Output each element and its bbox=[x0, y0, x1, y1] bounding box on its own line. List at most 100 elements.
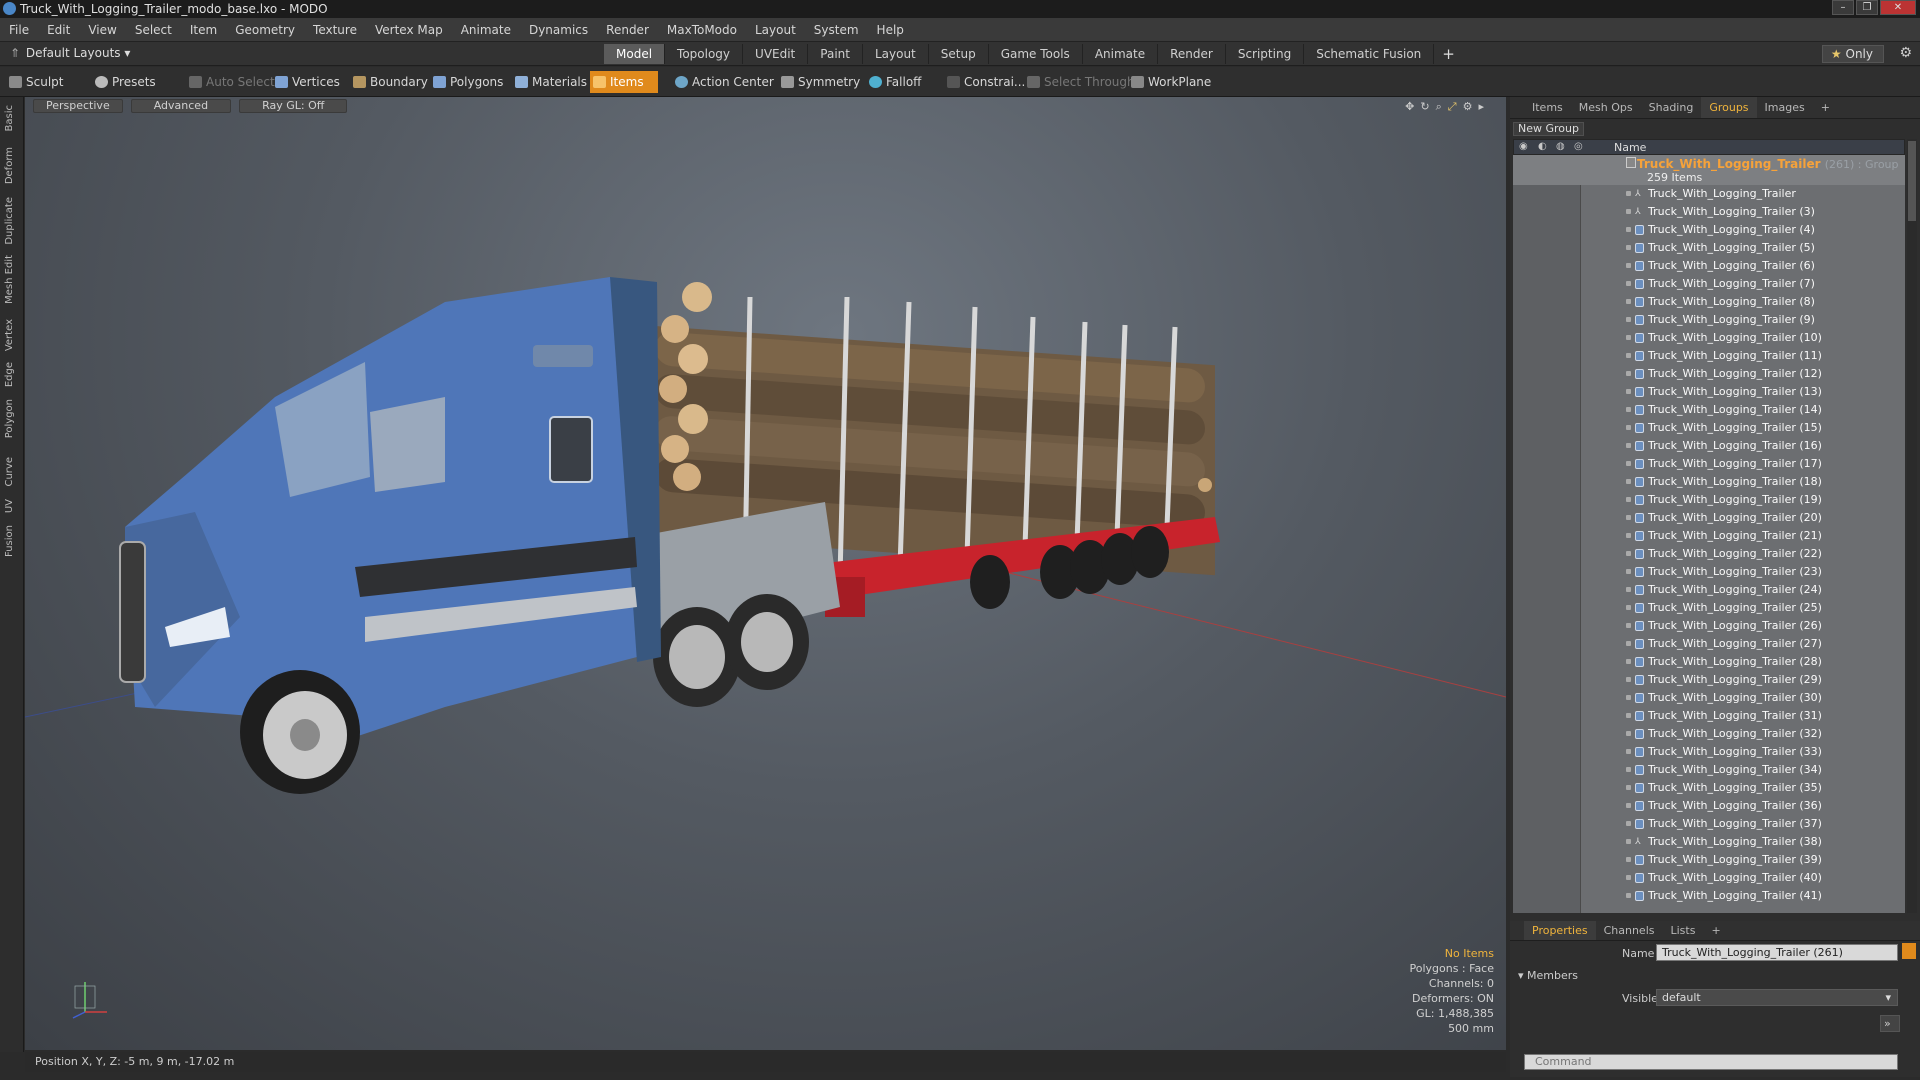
tab-uvedit[interactable]: UVEdit bbox=[743, 44, 809, 64]
tab-paint[interactable]: Paint bbox=[808, 44, 863, 64]
list-item[interactable]: Truck_With_Logging_Trailer (9) bbox=[1513, 311, 1905, 329]
expand-bullet-icon[interactable] bbox=[1626, 353, 1631, 358]
expand-bullet-icon[interactable] bbox=[1626, 731, 1631, 736]
list-item[interactable]: ⅄ Truck_With_Logging_Trailer (3) bbox=[1513, 203, 1905, 221]
list-item[interactable]: Truck_With_Logging_Trailer (36) bbox=[1513, 797, 1905, 815]
menu-help[interactable]: Help bbox=[868, 18, 913, 42]
tab-schematic-fusion[interactable]: Schematic Fusion bbox=[1304, 44, 1435, 64]
tab-images[interactable]: Images bbox=[1757, 97, 1813, 118]
list-item[interactable]: Truck_With_Logging_Trailer (5) bbox=[1513, 239, 1905, 257]
list-item[interactable]: Truck_With_Logging_Trailer (40) bbox=[1513, 869, 1905, 887]
expand-bullet-icon[interactable] bbox=[1626, 191, 1631, 196]
render-icon[interactable]: ◍ bbox=[1556, 141, 1565, 152]
expand-bullet-icon[interactable] bbox=[1626, 677, 1631, 682]
menu-render[interactable]: Render bbox=[597, 18, 658, 42]
scrollbar-thumb[interactable] bbox=[1908, 141, 1916, 221]
menu-edit[interactable]: Edit bbox=[38, 18, 79, 42]
list-item[interactable]: Truck_With_Logging_Trailer (8) bbox=[1513, 293, 1905, 311]
tab-model[interactable]: Model bbox=[604, 44, 666, 64]
select-through-button[interactable]: Select Through bbox=[1024, 71, 1135, 93]
name-column-header[interactable]: Name bbox=[1614, 141, 1646, 154]
gear-icon[interactable]: ⚙ bbox=[1899, 45, 1912, 61]
expand-bullet-icon[interactable] bbox=[1626, 245, 1631, 250]
tab-animate[interactable]: Animate bbox=[1083, 44, 1159, 64]
expand-bullet-icon[interactable] bbox=[1626, 821, 1631, 826]
tab-shading[interactable]: Shading bbox=[1641, 97, 1702, 118]
expand-bullet-icon[interactable] bbox=[1626, 281, 1631, 286]
expand-bullet-icon[interactable] bbox=[1626, 659, 1631, 664]
list-item[interactable]: Truck_With_Logging_Trailer (24) bbox=[1513, 581, 1905, 599]
list-item[interactable]: Truck_With_Logging_Trailer (26) bbox=[1513, 617, 1905, 635]
list-item[interactable]: Truck_With_Logging_Trailer (4) bbox=[1513, 221, 1905, 239]
expand-bullet-icon[interactable] bbox=[1626, 839, 1631, 844]
items-button[interactable]: Items bbox=[590, 71, 658, 93]
expand-button[interactable]: » bbox=[1880, 1015, 1900, 1032]
list-item[interactable]: Truck_With_Logging_Trailer (23) bbox=[1513, 563, 1905, 581]
list-item[interactable]: Truck_With_Logging_Trailer (19) bbox=[1513, 491, 1905, 509]
presets-button[interactable]: Presets bbox=[92, 71, 156, 93]
tab-render[interactable]: Render bbox=[1158, 44, 1226, 64]
expand-bullet-icon[interactable] bbox=[1626, 695, 1631, 700]
polygons-button[interactable]: Polygons bbox=[430, 71, 503, 93]
vtab-uv[interactable]: UV bbox=[4, 499, 15, 513]
expand-bullet-icon[interactable] bbox=[1626, 857, 1631, 862]
list-item[interactable]: Truck_With_Logging_Trailer (33) bbox=[1513, 743, 1905, 761]
expand-bullet-icon[interactable] bbox=[1626, 533, 1631, 538]
expand-bullet-icon[interactable] bbox=[1626, 551, 1631, 556]
only-button[interactable]: ★ Only bbox=[1821, 45, 1884, 63]
vtab-curve[interactable]: Curve bbox=[4, 457, 15, 487]
list-item[interactable]: Truck_With_Logging_Trailer (32) bbox=[1513, 725, 1905, 743]
menu-select[interactable]: Select bbox=[126, 18, 181, 42]
list-item[interactable]: Truck_With_Logging_Trailer (31) bbox=[1513, 707, 1905, 725]
color-swatch[interactable] bbox=[1902, 943, 1916, 959]
expand-bullet-icon[interactable] bbox=[1626, 209, 1631, 214]
list-item[interactable]: Truck_With_Logging_Trailer (27) bbox=[1513, 635, 1905, 653]
expand-bullet-icon[interactable] bbox=[1626, 335, 1631, 340]
list-item[interactable]: Truck_With_Logging_Trailer (15) bbox=[1513, 419, 1905, 437]
list-item[interactable]: Truck_With_Logging_Trailer (18) bbox=[1513, 473, 1905, 491]
menu-item[interactable]: Item bbox=[181, 18, 226, 42]
eye-icon[interactable]: ◉ bbox=[1519, 141, 1528, 152]
vtab-edge[interactable]: Edge bbox=[4, 362, 15, 387]
tab-channels[interactable]: Channels bbox=[1596, 921, 1663, 940]
lock-icon[interactable]: ◐ bbox=[1538, 141, 1547, 152]
expand-bullet-icon[interactable] bbox=[1626, 299, 1631, 304]
constraints-button[interactable]: Constrai... bbox=[944, 71, 1025, 93]
expand-bullet-icon[interactable] bbox=[1626, 569, 1631, 574]
menu-vertex-map[interactable]: Vertex Map bbox=[366, 18, 452, 42]
command-input[interactable]: Command bbox=[1524, 1054, 1898, 1070]
vtab-fusion[interactable]: Fusion bbox=[4, 525, 15, 557]
list-item[interactable]: Truck_With_Logging_Trailer (17) bbox=[1513, 455, 1905, 473]
auto-select-button[interactable]: Auto Select bbox=[186, 71, 275, 93]
menu-layout[interactable]: Layout bbox=[746, 18, 805, 42]
list-item[interactable]: Truck_With_Logging_Trailer (39) bbox=[1513, 851, 1905, 869]
list-item[interactable]: Truck_With_Logging_Trailer (41) bbox=[1513, 887, 1905, 905]
list-item[interactable]: Truck_With_Logging_Trailer (13) bbox=[1513, 383, 1905, 401]
new-group-button[interactable]: New Group bbox=[1513, 122, 1584, 136]
menu-texture[interactable]: Texture bbox=[304, 18, 366, 42]
list-item[interactable]: Truck_With_Logging_Trailer (14) bbox=[1513, 401, 1905, 419]
visible-dropdown[interactable]: default ▾ bbox=[1656, 989, 1898, 1006]
list-item[interactable]: Truck_With_Logging_Trailer (25) bbox=[1513, 599, 1905, 617]
falloff-button[interactable]: Falloff bbox=[866, 71, 921, 93]
expand-bullet-icon[interactable] bbox=[1626, 317, 1631, 322]
expand-bullet-icon[interactable] bbox=[1626, 389, 1631, 394]
list-item[interactable]: Truck_With_Logging_Trailer (37) bbox=[1513, 815, 1905, 833]
list-item[interactable]: Truck_With_Logging_Trailer (16) bbox=[1513, 437, 1905, 455]
list-item[interactable]: Truck_With_Logging_Trailer (20) bbox=[1513, 509, 1905, 527]
select-icon[interactable]: ◎ bbox=[1574, 141, 1583, 152]
close-button[interactable]: ✕ bbox=[1880, 0, 1916, 15]
expand-bullet-icon[interactable] bbox=[1626, 605, 1631, 610]
expand-bullet-icon[interactable] bbox=[1626, 893, 1631, 898]
add-tab-icon[interactable]: + bbox=[1434, 44, 1463, 64]
menu-view[interactable]: View bbox=[79, 18, 125, 42]
list-item[interactable]: Truck_With_Logging_Trailer (22) bbox=[1513, 545, 1905, 563]
restore-button[interactable]: ❐ bbox=[1856, 0, 1878, 15]
vtab-mesh-edit[interactable]: Mesh Edit bbox=[4, 255, 15, 304]
expand-bullet-icon[interactable] bbox=[1626, 461, 1631, 466]
vertices-button[interactable]: Vertices bbox=[272, 71, 340, 93]
list-item[interactable]: Truck_With_Logging_Trailer (29) bbox=[1513, 671, 1905, 689]
list-item[interactable]: Truck_With_Logging_Trailer (10) bbox=[1513, 329, 1905, 347]
menu-system[interactable]: System bbox=[805, 18, 868, 42]
menu-file[interactable]: File bbox=[0, 18, 38, 42]
